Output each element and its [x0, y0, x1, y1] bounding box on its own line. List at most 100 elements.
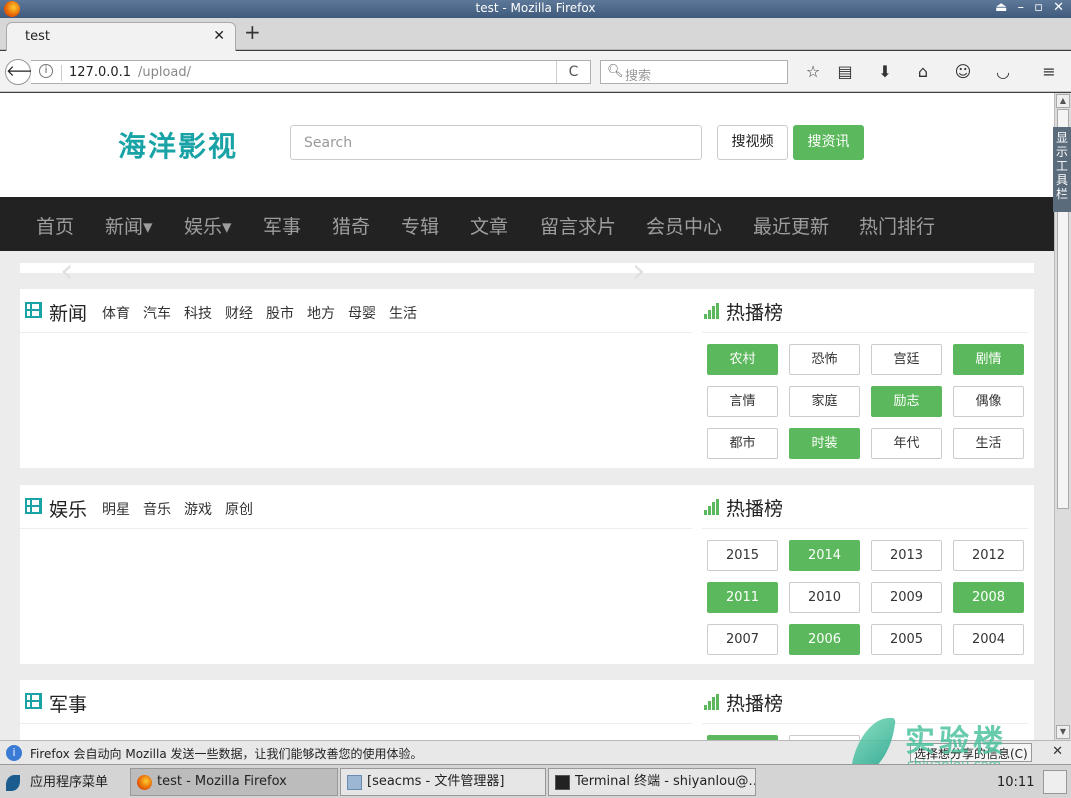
- tag-button[interactable]: 恐怖: [789, 344, 860, 375]
- site-search-placeholder: Search: [304, 135, 353, 151]
- star-icon[interactable]: ☆: [800, 59, 826, 85]
- tag-button[interactable]: 2005: [871, 624, 942, 655]
- reading-list-icon[interactable]: ▤: [832, 59, 858, 85]
- task-firefox[interactable]: test - Mozilla Firefox: [130, 768, 338, 796]
- subcat-link[interactable]: 地方: [307, 306, 335, 322]
- reload-icon[interactable]: C: [556, 61, 590, 83]
- subcat-link[interactable]: 音乐: [143, 502, 171, 518]
- tag-button[interactable]: 都市: [707, 428, 778, 459]
- subcat-link[interactable]: 原创: [225, 502, 253, 518]
- nav-item-albums[interactable]: 专辑: [401, 212, 439, 239]
- carousel-prev-icon[interactable]: ‹: [60, 251, 74, 291]
- scroll-up-icon[interactable]: ▲: [1056, 94, 1070, 108]
- window-titlebar: test - Mozilla Firefox ⏏ – ▫ ✕: [0, 0, 1071, 18]
- tag-button[interactable]: 2011: [707, 582, 778, 613]
- window-controls[interactable]: ⏏ – ▫ ✕: [995, 0, 1067, 15]
- menu-icon[interactable]: ≡: [1036, 59, 1062, 85]
- tag-button[interactable]: 宫廷: [871, 344, 942, 375]
- section-title[interactable]: 新闻: [49, 299, 87, 326]
- browser-search-input[interactable]: 🔍︎ 搜索: [600, 60, 788, 84]
- nav-item-hot[interactable]: 热门排行: [859, 212, 935, 239]
- task-label: Terminal 终端 - shiyanlou@…: [575, 774, 756, 789]
- subcat-link[interactable]: 财经: [225, 306, 253, 322]
- tag-button[interactable]: 2010: [789, 582, 860, 613]
- carousel: [20, 263, 1034, 273]
- site-search-input[interactable]: Search: [290, 125, 702, 160]
- signal-bars-icon: [704, 303, 720, 319]
- site-logo[interactable]: 海洋影视: [118, 125, 238, 165]
- subcat-link[interactable]: 股市: [266, 306, 294, 322]
- back-button[interactable]: 🡐: [5, 59, 46, 85]
- tag-button[interactable]: 2008: [953, 582, 1024, 613]
- site-header: 海洋影视 Search 搜视频 搜资讯: [0, 93, 1054, 197]
- nav-item-news[interactable]: 新闻▾: [105, 212, 153, 239]
- subcategory-links: 体育 汽车 科技 财经 股市 地方 母婴 生活: [102, 303, 430, 323]
- section-header: 新闻 体育 汽车 科技 财经 股市 地方 母婴 生活: [20, 289, 692, 333]
- section-title[interactable]: 军事: [49, 690, 87, 717]
- section-header: 军事: [20, 680, 692, 724]
- tag-button[interactable]: 2007: [707, 624, 778, 655]
- tag-button[interactable]: 家庭: [789, 386, 860, 417]
- carousel-next-icon[interactable]: ›: [632, 251, 646, 291]
- tag-button[interactable]: 农村: [707, 344, 778, 375]
- tag-button[interactable]: 2015: [707, 540, 778, 571]
- task-file-manager[interactable]: [seacms - 文件管理器]: [340, 768, 546, 796]
- tab-label: test: [25, 29, 50, 44]
- tag-button[interactable]: 2012: [953, 540, 1024, 571]
- tag-button[interactable]: 言情: [707, 386, 778, 417]
- nav-item-entertainment[interactable]: 娱乐▾: [184, 212, 232, 239]
- tag-button[interactable]: 时装: [789, 428, 860, 459]
- taskbar: 应用程序菜单 test - Mozilla Firefox [seacms - …: [0, 764, 1071, 798]
- nav-toolbar: 🡐 i 127.0.0.1 /upload/ C 🔍︎ 搜索 ☆ ▤ ⬇ ⌂ ☺…: [0, 51, 1071, 92]
- tag-button[interactable]: 励志: [871, 386, 942, 417]
- tag-button[interactable]: 2004: [953, 624, 1024, 655]
- nav-item-curious[interactable]: 猎奇: [332, 212, 370, 239]
- download-icon[interactable]: ⬇: [872, 59, 898, 85]
- search-news-button[interactable]: 搜资讯: [793, 125, 864, 160]
- section-entertainment: 娱乐 明星 音乐 游戏 原创 热播榜 2015 2014 2013 2012 2011 2010…: [20, 485, 1034, 664]
- home-icon[interactable]: ⌂: [910, 59, 936, 85]
- tag-button[interactable]: 剧情: [953, 344, 1024, 375]
- new-tab-button[interactable]: +: [244, 20, 261, 44]
- tag-button[interactable]: 生活: [953, 428, 1024, 459]
- task-label: [seacms - 文件管理器]: [367, 774, 505, 789]
- folder-icon: [347, 775, 362, 790]
- subcat-link[interactable]: 汽车: [143, 306, 171, 322]
- signal-bars-icon: [704, 499, 720, 515]
- tag-button[interactable]: 2013: [871, 540, 942, 571]
- tray-icon[interactable]: [1043, 770, 1067, 794]
- subcat-link[interactable]: 母婴: [348, 306, 376, 322]
- url-bar[interactable]: i 127.0.0.1 /upload/ C: [31, 60, 591, 84]
- nav-item-member[interactable]: 会员中心: [646, 212, 722, 239]
- nav-item-home[interactable]: 首页: [36, 212, 74, 239]
- nav-item-request[interactable]: 留言求片: [540, 212, 616, 239]
- info-icon[interactable]: i: [39, 64, 53, 78]
- tab-strip: test ✕ +: [0, 18, 1071, 51]
- nav-item-recent[interactable]: 最近更新: [753, 212, 829, 239]
- show-toolbar-tab[interactable]: 显示工具栏: [1053, 127, 1071, 212]
- subcat-link[interactable]: 科技: [184, 306, 212, 322]
- tag-button[interactable]: 年代: [871, 428, 942, 459]
- tag-button[interactable]: 2006: [789, 624, 860, 655]
- nav-item-military[interactable]: 军事: [263, 212, 301, 239]
- section-title[interactable]: 娱乐: [49, 495, 87, 522]
- rank-title: 热播榜: [726, 302, 784, 324]
- subcat-link[interactable]: 体育: [102, 306, 130, 322]
- tab-test[interactable]: test ✕: [6, 22, 236, 51]
- chat-icon[interactable]: ☺: [950, 59, 976, 85]
- subcat-link[interactable]: 游戏: [184, 502, 212, 518]
- section-news: 新闻 体育 汽车 科技 财经 股市 地方 母婴 生活 热播榜 农村 恐怖 宫廷 剧情 言情 家庭 励志 偶像…: [20, 289, 1034, 468]
- tab-close-icon[interactable]: ✕: [213, 28, 225, 44]
- scroll-down-icon[interactable]: ▼: [1056, 725, 1070, 739]
- tag-button[interactable]: 2014: [789, 540, 860, 571]
- app-menu-button[interactable]: 应用程序菜单: [6, 771, 108, 791]
- subcat-link[interactable]: 明星: [102, 502, 130, 518]
- nav-item-articles[interactable]: 文章: [470, 212, 508, 239]
- tag-button[interactable]: 2009: [871, 582, 942, 613]
- search-video-button[interactable]: 搜视频: [717, 125, 788, 160]
- subcat-link[interactable]: 生活: [389, 306, 417, 322]
- tag-button[interactable]: 偶像: [953, 386, 1024, 417]
- close-icon[interactable]: ✕: [1052, 744, 1063, 759]
- pocket-icon[interactable]: ◡: [990, 59, 1016, 85]
- task-terminal[interactable]: Terminal 终端 - shiyanlou@…: [548, 768, 756, 796]
